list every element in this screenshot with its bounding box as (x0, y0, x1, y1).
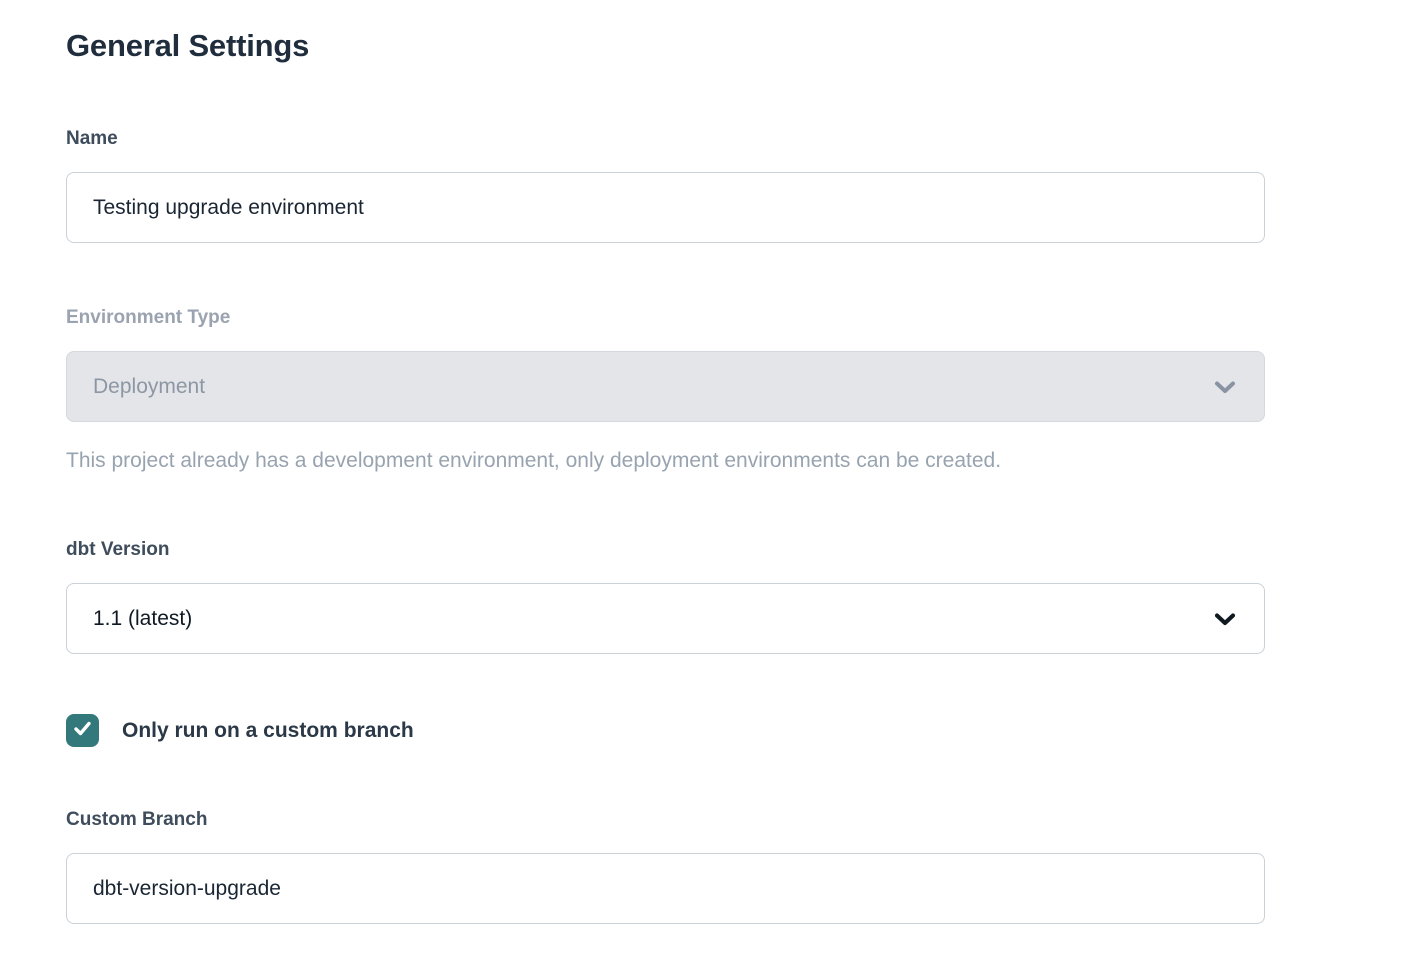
name-input[interactable] (66, 172, 1265, 243)
environment-type-value: Deployment (93, 375, 205, 399)
custom-branch-checkbox-label: Only run on a custom branch (122, 719, 414, 743)
settings-form: General Settings Name Environment Type D… (0, 0, 1265, 924)
custom-branch-checkbox[interactable] (66, 714, 99, 747)
chevron-down-icon (1212, 374, 1238, 400)
page-title: General Settings (66, 28, 1265, 64)
dbt-version-label: dbt Version (66, 539, 1265, 561)
dbt-version-value: 1.1 (latest) (93, 607, 192, 631)
name-label: Name (66, 128, 1265, 150)
chevron-down-icon (1212, 606, 1238, 632)
custom-branch-label: Custom Branch (66, 809, 1265, 831)
dbt-version-select[interactable]: 1.1 (latest) (66, 583, 1265, 654)
environment-type-field: Environment Type Deployment This project… (66, 307, 1265, 473)
environment-type-label: Environment Type (66, 307, 1265, 329)
custom-branch-field: Custom Branch (66, 809, 1265, 924)
environment-type-helper-text: This project already has a development e… (66, 449, 1265, 473)
custom-branch-checkbox-row[interactable]: Only run on a custom branch (66, 714, 1265, 747)
name-field: Name (66, 128, 1265, 243)
dbt-version-field: dbt Version 1.1 (latest) (66, 539, 1265, 654)
general-settings-page: General Settings Name Environment Type D… (0, 0, 1406, 958)
environment-type-select: Deployment (66, 351, 1265, 422)
checkmark-icon (72, 718, 93, 744)
custom-branch-input[interactable] (66, 853, 1265, 924)
